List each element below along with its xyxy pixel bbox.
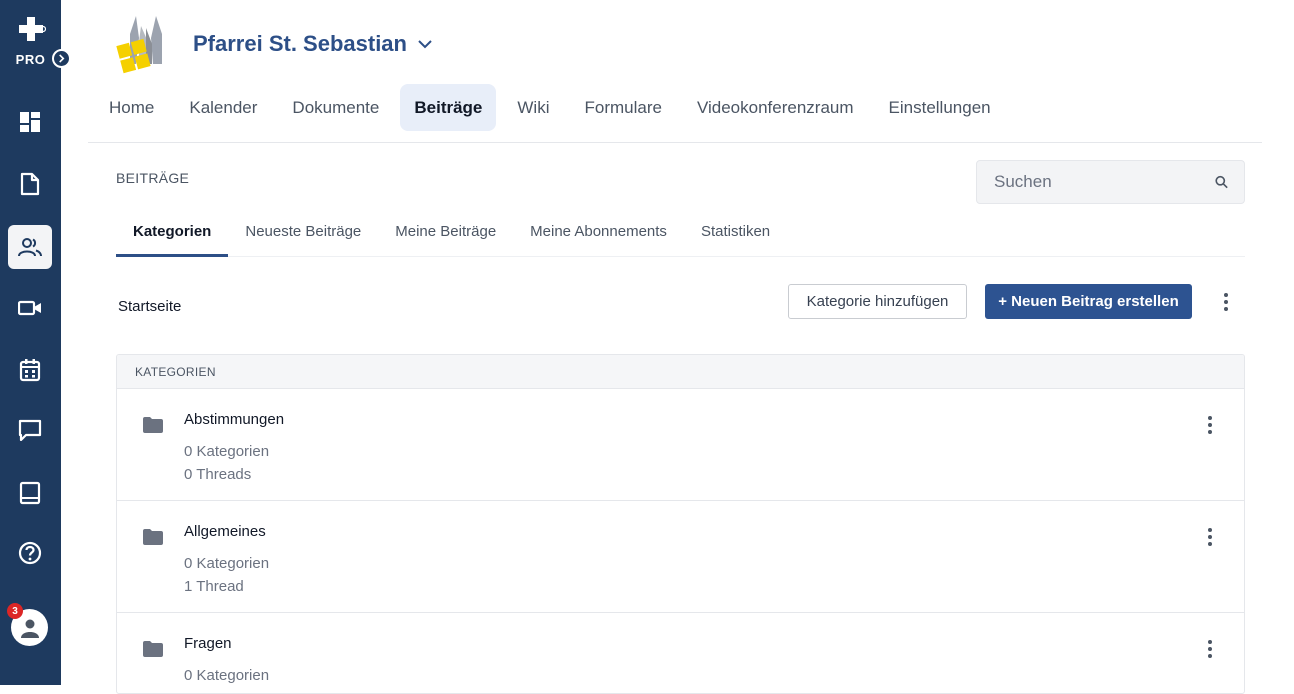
category-row[interactable]: Fragen 0 Kategorien xyxy=(117,613,1244,693)
rail-item-groups[interactable] xyxy=(8,225,52,269)
rail-item-wiki[interactable] xyxy=(8,471,52,515)
category-subcount: 0 Kategorien xyxy=(184,667,270,684)
category-row[interactable]: Allgemeines 0 Kategorien 1 Thread xyxy=(117,501,1244,613)
rail-item-dashboard[interactable] xyxy=(8,100,52,144)
dashboard-icon xyxy=(20,112,40,132)
tab-meine-beitraege[interactable]: Meine Beiträge xyxy=(378,212,513,257)
category-name[interactable]: Fragen xyxy=(184,635,232,652)
more-options-button[interactable] xyxy=(1214,290,1238,314)
section-title: BEITRÄGE xyxy=(116,170,190,186)
category-threadcount: 0 Threads xyxy=(184,466,252,483)
rail-item-help[interactable] xyxy=(8,531,52,575)
tab-statistiken[interactable]: Statistiken xyxy=(684,212,787,257)
category-name[interactable]: Abstimmungen xyxy=(184,411,284,428)
user-icon xyxy=(20,619,39,638)
calendar-icon xyxy=(19,359,41,382)
nav-formulare[interactable]: Formulare xyxy=(571,84,676,131)
rail-item-calendar[interactable] xyxy=(8,348,52,392)
search-input[interactable] xyxy=(994,172,1215,192)
rail-item-documents[interactable] xyxy=(8,162,52,206)
new-post-button[interactable]: + Neuen Beitrag erstellen xyxy=(985,284,1192,319)
category-subcount: 0 Kategorien xyxy=(184,555,270,572)
church-logo-icon xyxy=(116,16,162,74)
main-navigation: Home Kalender Dokumente Beiträge Wiki Fo… xyxy=(95,84,1012,131)
org-switcher[interactable]: Pfarrei St. Sebastian xyxy=(193,31,433,57)
tab-kategorien[interactable]: Kategorien xyxy=(116,212,229,257)
book-icon xyxy=(19,481,41,505)
kebab-menu-icon xyxy=(1208,640,1212,658)
search-box[interactable] xyxy=(976,160,1245,204)
nav-beitraege[interactable]: Beiträge xyxy=(400,84,497,131)
kebab-menu-icon xyxy=(1208,528,1212,546)
document-icon xyxy=(20,172,40,196)
sub-tabs: Kategorien Neueste Beiträge Meine Beiträ… xyxy=(116,212,1245,257)
notification-badge: 3 xyxy=(7,603,23,619)
nav-kalender[interactable]: Kalender xyxy=(175,84,271,131)
chat-icon xyxy=(18,419,42,441)
folder-icon xyxy=(143,529,163,545)
chevron-right-icon xyxy=(59,54,65,63)
users-icon xyxy=(18,238,42,257)
category-menu-button[interactable] xyxy=(1198,413,1222,437)
category-subcount: 0 Kategorien xyxy=(184,443,270,460)
help-icon xyxy=(18,541,42,565)
kebab-menu-icon xyxy=(1208,416,1212,434)
video-icon xyxy=(18,300,41,316)
plus-logo-icon xyxy=(18,17,46,41)
kebab-menu-icon xyxy=(1224,293,1228,311)
add-category-button[interactable]: Kategorie hinzufügen xyxy=(788,284,967,319)
header-divider xyxy=(88,142,1262,143)
nav-videokonferenzraum[interactable]: Videokonferenzraum xyxy=(683,84,868,131)
folder-icon xyxy=(143,641,163,657)
nav-einstellungen[interactable]: Einstellungen xyxy=(875,84,1005,131)
tab-neueste-beitraege[interactable]: Neueste Beiträge xyxy=(228,212,378,257)
categories-panel: KATEGORIEN Abstimmungen 0 Kategorien 0 T… xyxy=(116,354,1245,694)
breadcrumb[interactable]: Startseite xyxy=(118,298,181,315)
rail-item-chat[interactable] xyxy=(8,408,52,452)
tab-meine-abonnements[interactable]: Meine Abonnements xyxy=(513,212,684,257)
folder-icon xyxy=(143,417,163,433)
category-menu-button[interactable] xyxy=(1198,637,1222,661)
collapse-rail-button[interactable] xyxy=(52,49,71,68)
nav-home[interactable]: Home xyxy=(95,84,168,131)
nav-dokumente[interactable]: Dokumente xyxy=(278,84,393,131)
rail-item-video[interactable] xyxy=(8,286,52,330)
category-row[interactable]: Abstimmungen 0 Kategorien 0 Threads xyxy=(117,389,1244,501)
church-logo xyxy=(116,14,170,76)
category-threadcount: 1 Thread xyxy=(184,578,244,595)
org-name: Pfarrei St. Sebastian xyxy=(193,31,407,56)
category-menu-button[interactable] xyxy=(1198,525,1222,549)
left-rail: PRO 3 xyxy=(0,0,71,685)
chevron-down-icon xyxy=(418,40,432,49)
search-icon[interactable] xyxy=(1215,174,1228,190)
categories-header: KATEGORIEN xyxy=(117,355,1244,389)
category-name[interactable]: Allgemeines xyxy=(184,523,266,540)
nav-wiki[interactable]: Wiki xyxy=(503,84,563,131)
